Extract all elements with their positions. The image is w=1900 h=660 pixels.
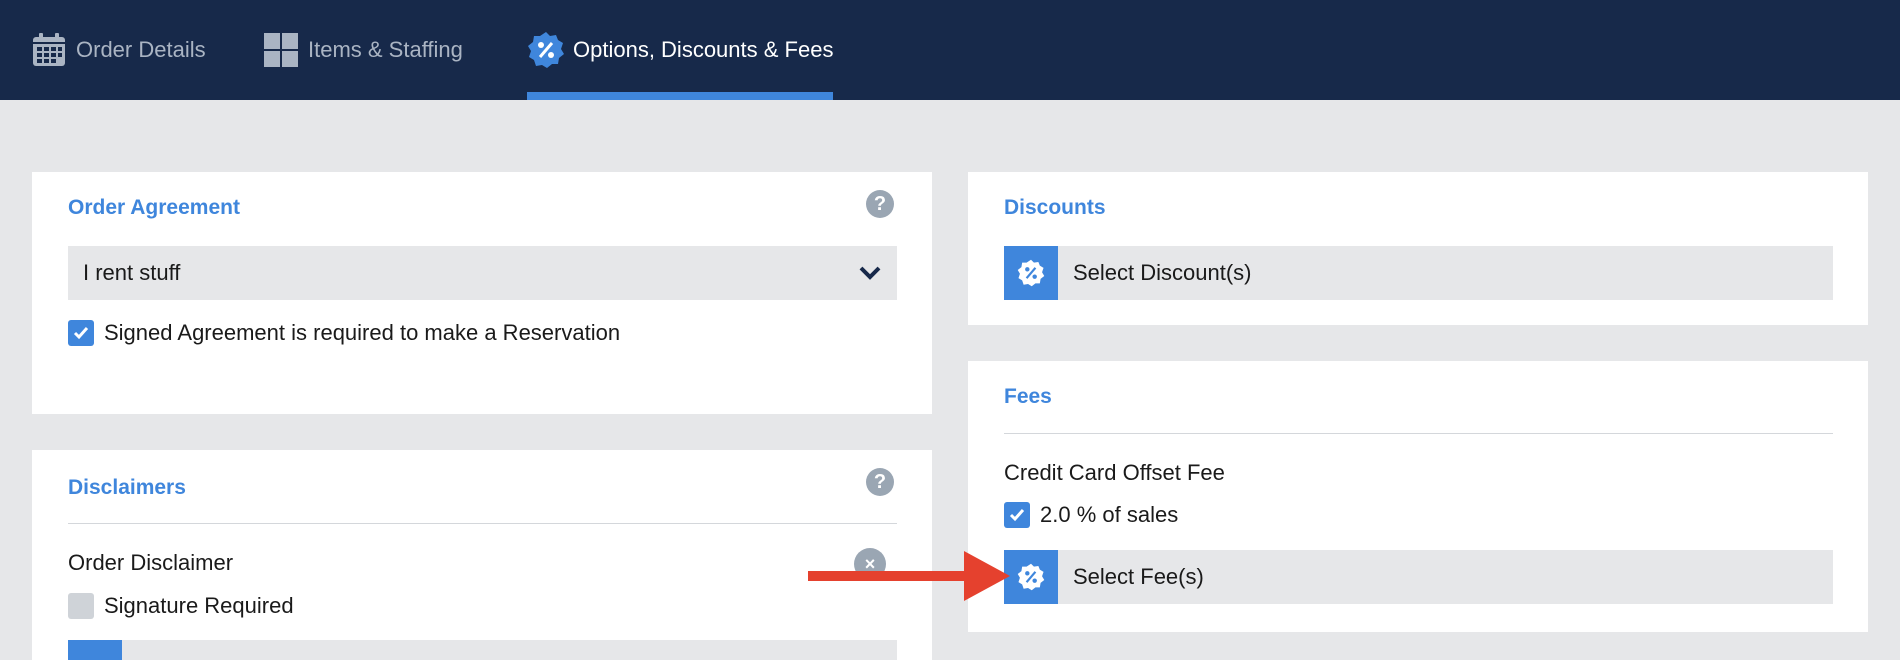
- signed-agreement-label: Signed Agreement is required to make a R…: [104, 320, 621, 345]
- check-icon: [1009, 509, 1025, 522]
- help-icon[interactable]: ?: [866, 190, 894, 218]
- calendar-icon: [30, 31, 68, 69]
- fees-title: Fees: [1004, 385, 1052, 408]
- divider: [1004, 433, 1833, 434]
- tab-items-staffing[interactable]: Items & Staffing: [262, 0, 463, 100]
- signature-required-row: Signature Required: [68, 593, 294, 619]
- fees-card: Fees Credit Card Offset Fee 2.0 % of sal…: [968, 361, 1868, 632]
- tab-label: Order Details: [76, 37, 206, 62]
- disclaimers-card: Disclaimers ? Order Disclaimer × Signatu…: [32, 450, 932, 660]
- tab-order-details[interactable]: Order Details: [30, 0, 206, 100]
- discount-badge-icon: [1004, 246, 1058, 300]
- signature-required-label: Signature Required: [104, 593, 294, 618]
- badge-percent-icon: [527, 31, 565, 69]
- disclaimers-title: Disclaimers: [68, 476, 186, 499]
- agreement-selected-value: I rent stuff: [83, 260, 181, 285]
- fee-checkbox[interactable]: [1004, 502, 1030, 528]
- signed-agreement-checkbox[interactable]: [68, 320, 94, 346]
- discounts-title: Discounts: [1004, 196, 1106, 219]
- signed-agreement-checkbox-row: Signed Agreement is required to make a R…: [68, 320, 620, 346]
- add-disclaimer-button[interactable]: [68, 640, 897, 660]
- annotation-arrow-icon: [808, 551, 1010, 601]
- fee-checkbox-label: 2.0 % of sales: [1040, 502, 1179, 527]
- order-agreement-title: Order Agreement: [68, 196, 240, 219]
- check-icon: [73, 327, 89, 340]
- divider: [68, 523, 897, 524]
- order-disclaimer-label: Order Disclaimer: [68, 550, 234, 575]
- help-icon[interactable]: ?: [866, 468, 894, 496]
- fee-checkbox-row: 2.0 % of sales: [1004, 502, 1178, 528]
- order-agreement-card: Order Agreement ? I rent stuff Signed Ag…: [32, 172, 932, 414]
- add-disclaimer-icon: [68, 640, 122, 660]
- grid-icon: [262, 31, 300, 69]
- fee-name: Credit Card Offset Fee: [1004, 460, 1225, 485]
- active-tab-underline: [527, 92, 834, 100]
- signature-required-checkbox[interactable]: [68, 593, 94, 619]
- chevron-down-icon: [857, 260, 883, 286]
- select-fees-button[interactable]: Select Fee(s): [1004, 550, 1833, 604]
- select-discounts-label: Select Discount(s): [1073, 260, 1252, 285]
- fee-badge-icon: [1004, 550, 1058, 604]
- discounts-card: Discounts Select Discount(s): [968, 172, 1868, 325]
- tab-options-discounts-fees[interactable]: Options, Discounts & Fees: [527, 0, 834, 100]
- select-fees-label: Select Fee(s): [1073, 564, 1204, 589]
- select-discounts-button[interactable]: Select Discount(s): [1004, 246, 1833, 300]
- tab-label: Options, Discounts & Fees: [573, 37, 834, 62]
- top-nav-bar: Order Details Items & Staffing Options, …: [0, 0, 1900, 100]
- tab-label: Items & Staffing: [308, 37, 463, 62]
- agreement-select[interactable]: I rent stuff: [68, 246, 897, 300]
